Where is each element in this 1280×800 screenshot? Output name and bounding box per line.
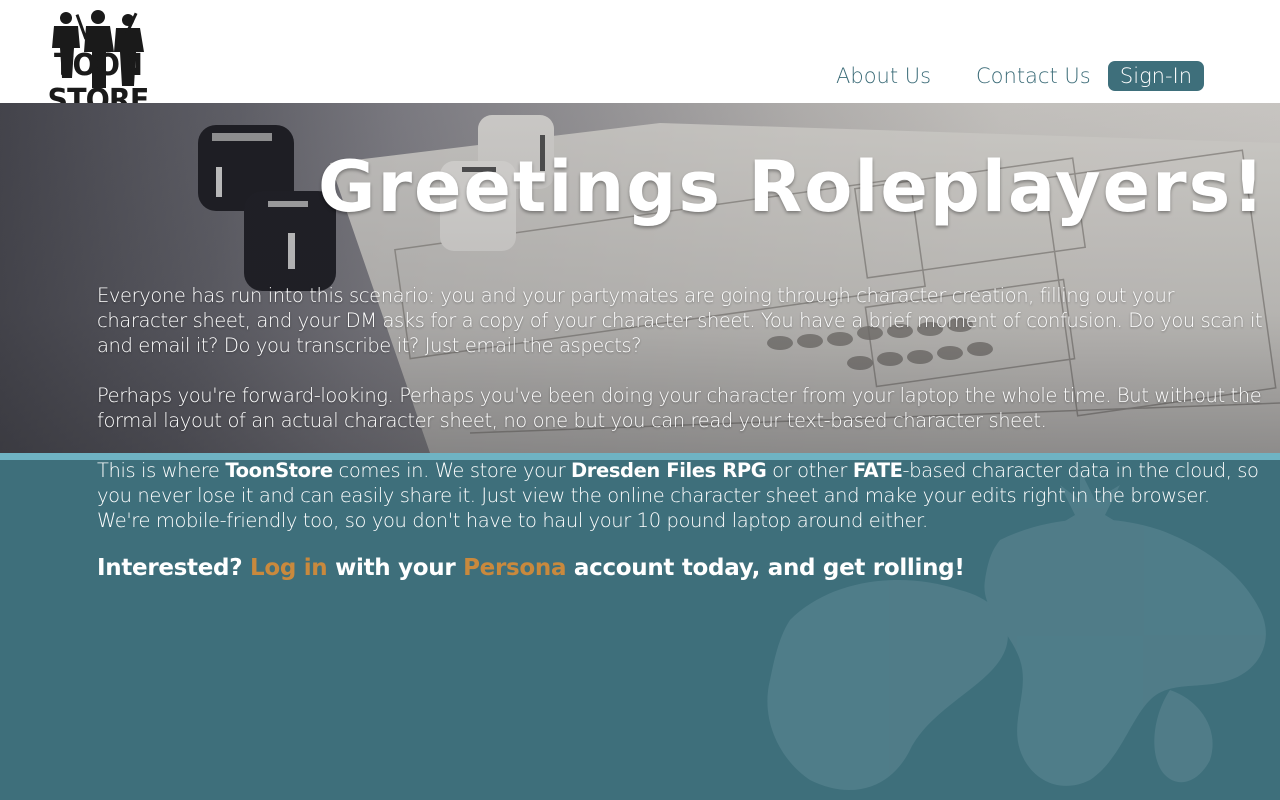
intro-paragraph: Everyone has run into this scenario: you… xyxy=(97,284,1263,357)
persona-link[interactable]: Persona xyxy=(463,555,566,581)
page-title: Greetings Roleplayers! xyxy=(318,146,1267,228)
toonstore-logo[interactable]: TOON STORE xyxy=(10,8,186,118)
cta-text: account today, and get rolling! xyxy=(566,555,965,581)
cta-text: Interested? xyxy=(97,555,250,581)
second-paragraph: Perhaps you're forward-looking. Perhaps … xyxy=(97,384,1262,432)
p3-text: or other xyxy=(766,459,853,482)
cta-text: with your xyxy=(327,555,464,581)
p3-text: This is where xyxy=(97,459,226,482)
brand-name: ToonStore xyxy=(225,459,333,482)
p3-text: comes in. We store your xyxy=(332,459,571,482)
game-name: Dresden Files RPG xyxy=(571,459,767,482)
nav-about-us[interactable]: About Us xyxy=(836,62,931,90)
call-to-action: Interested? Log in with your Persona acc… xyxy=(97,555,1097,581)
product-paragraph: This is where ToonStore comes in. We sto… xyxy=(97,458,1267,533)
site-header: TOON STORE About Us Contact Us Sign-In xyxy=(0,0,1280,118)
nav-contact-us[interactable]: Contact Us xyxy=(976,62,1091,90)
login-link[interactable]: Log in xyxy=(250,555,328,581)
system-name: FATE xyxy=(852,459,903,482)
signin-button[interactable]: Sign-In xyxy=(1108,61,1204,91)
